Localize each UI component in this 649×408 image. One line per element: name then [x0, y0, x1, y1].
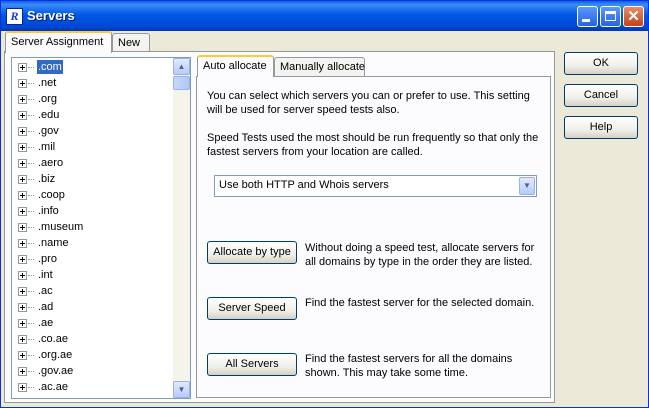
scroll-thumb[interactable]	[173, 76, 190, 90]
tree-connector	[28, 211, 34, 212]
tree-item-label: .aero	[38, 157, 64, 169]
expand-icon[interactable]	[18, 63, 27, 72]
help-button[interactable]: Help	[564, 116, 638, 139]
tree-connector	[28, 259, 34, 260]
expand-icon[interactable]	[18, 367, 27, 376]
app-icon: R	[6, 8, 23, 25]
expand-icon[interactable]	[18, 319, 27, 328]
tree-item-label: .ad	[38, 301, 54, 313]
tree-item-label: .gov.ae	[38, 365, 74, 377]
expand-icon[interactable]	[18, 303, 27, 312]
tree-item-label: .museum	[38, 221, 84, 233]
tree-item-label: .name	[38, 237, 69, 249]
tree-connector	[28, 323, 34, 324]
expand-icon[interactable]	[18, 175, 27, 184]
tree-item-label: .mil	[38, 141, 56, 153]
speed-test-note: Speed Tests used the most should be run …	[207, 132, 539, 158]
chevron-down-icon: ▼	[177, 385, 186, 394]
tree-item-label: .co.ae	[38, 333, 68, 345]
tree-connector	[28, 67, 34, 68]
tree-item-label: .org.ae	[38, 349, 73, 361]
tree-item-label: .gov	[38, 125, 59, 137]
expand-icon[interactable]	[18, 143, 27, 152]
tree-item-label: .ac	[38, 285, 53, 297]
tab-new[interactable]: New	[112, 33, 150, 52]
tree-item-label: .coop	[38, 189, 65, 201]
expand-icon[interactable]	[18, 255, 27, 264]
tree-item-label: .ae	[38, 317, 54, 329]
close-icon: ✕	[627, 8, 640, 25]
tree-connector	[28, 147, 34, 148]
auto-allocate-panel	[196, 76, 551, 398]
server-mode-select[interactable]: Use both HTTP and Whois servers ▼	[214, 175, 537, 197]
tree-item-label: .biz	[38, 173, 56, 185]
tree-item-label: .int	[38, 269, 53, 281]
tab-server-assignment[interactable]: Server Assignment	[5, 31, 112, 53]
expand-icon[interactable]	[18, 159, 27, 168]
tree-connector	[28, 163, 34, 164]
tree-connector	[28, 243, 34, 244]
tree-item-label: .pro	[38, 253, 57, 265]
expand-icon[interactable]	[18, 383, 27, 392]
tree-item-label: .org	[38, 93, 57, 105]
tree-connector	[28, 115, 34, 116]
tab-auto-allocate[interactable]: Auto allocate	[197, 55, 274, 77]
expand-icon[interactable]	[18, 95, 27, 104]
tree-connector	[28, 179, 34, 180]
server-speed-button[interactable]: Server Speed	[207, 297, 297, 320]
tree-connector	[28, 339, 34, 340]
tree-item-label: .edu	[38, 109, 60, 121]
domain-tree[interactable]: ▲ ▼ .com .net .org .edu .gov .mil .aero .biz .co…	[11, 57, 191, 399]
expand-icon[interactable]	[18, 271, 27, 280]
minimize-icon	[582, 19, 590, 22]
tree-item-label: .com	[37, 60, 63, 74]
tree-connector	[28, 131, 34, 132]
window-title: Servers	[27, 8, 75, 23]
ok-button[interactable]: OK	[564, 52, 638, 75]
expand-icon[interactable]	[18, 207, 27, 216]
tree-scrollbar[interactable]: ▲ ▼	[173, 58, 190, 398]
close-button[interactable]: ✕	[623, 6, 644, 27]
tree-connector	[28, 307, 34, 308]
tree-connector	[28, 99, 34, 100]
tree-connector	[28, 275, 34, 276]
all-servers-description: Find the fastest servers for all the dom…	[305, 353, 513, 379]
expand-icon[interactable]	[18, 127, 27, 136]
expand-icon[interactable]	[18, 287, 27, 296]
cancel-button[interactable]: Cancel	[564, 84, 638, 107]
scroll-up-button[interactable]: ▲	[173, 58, 190, 75]
server-speed-description: Find the fastest server for the selected…	[305, 297, 535, 309]
chevron-up-icon: ▲	[177, 62, 186, 71]
allocate-by-type-button[interactable]: Allocate by type	[207, 241, 297, 264]
expand-icon[interactable]	[18, 111, 27, 120]
scroll-down-button[interactable]: ▼	[173, 381, 190, 398]
expand-icon[interactable]	[18, 79, 27, 88]
server-mode-value: Use both HTTP and Whois servers	[219, 179, 389, 191]
chevron-down-icon[interactable]: ▼	[519, 177, 535, 195]
expand-icon[interactable]	[18, 239, 27, 248]
maximize-button[interactable]	[600, 6, 621, 27]
expand-icon[interactable]	[18, 335, 27, 344]
minimize-button[interactable]	[577, 6, 598, 27]
tree-connector	[28, 195, 34, 196]
all-servers-button[interactable]: All Servers	[207, 353, 297, 376]
tree-connector	[28, 387, 34, 388]
maximize-icon	[605, 11, 616, 21]
intro-text: You can select which servers you can or …	[207, 90, 530, 116]
title-bar[interactable]: R Servers ✕	[1, 1, 648, 31]
tree-connector	[28, 291, 34, 292]
tree-connector	[28, 371, 34, 372]
tree-item-label: .info	[38, 205, 59, 217]
tab-manually-allocate[interactable]: Manually allocate	[274, 57, 365, 76]
expand-icon[interactable]	[18, 191, 27, 200]
allocate-by-type-description: Without doing a speed test, allocate ser…	[305, 242, 535, 268]
tree-connector	[28, 83, 34, 84]
tree-item-label: .ac.ae	[38, 381, 68, 393]
tree-connector	[28, 227, 34, 228]
tree-connector	[28, 355, 34, 356]
expand-icon[interactable]	[18, 223, 27, 232]
expand-icon[interactable]	[18, 351, 27, 360]
servers-window: R Servers ✕ Server Assignment New ▲ ▼ .c…	[0, 0, 649, 408]
tree-item-label: .net	[38, 77, 57, 89]
